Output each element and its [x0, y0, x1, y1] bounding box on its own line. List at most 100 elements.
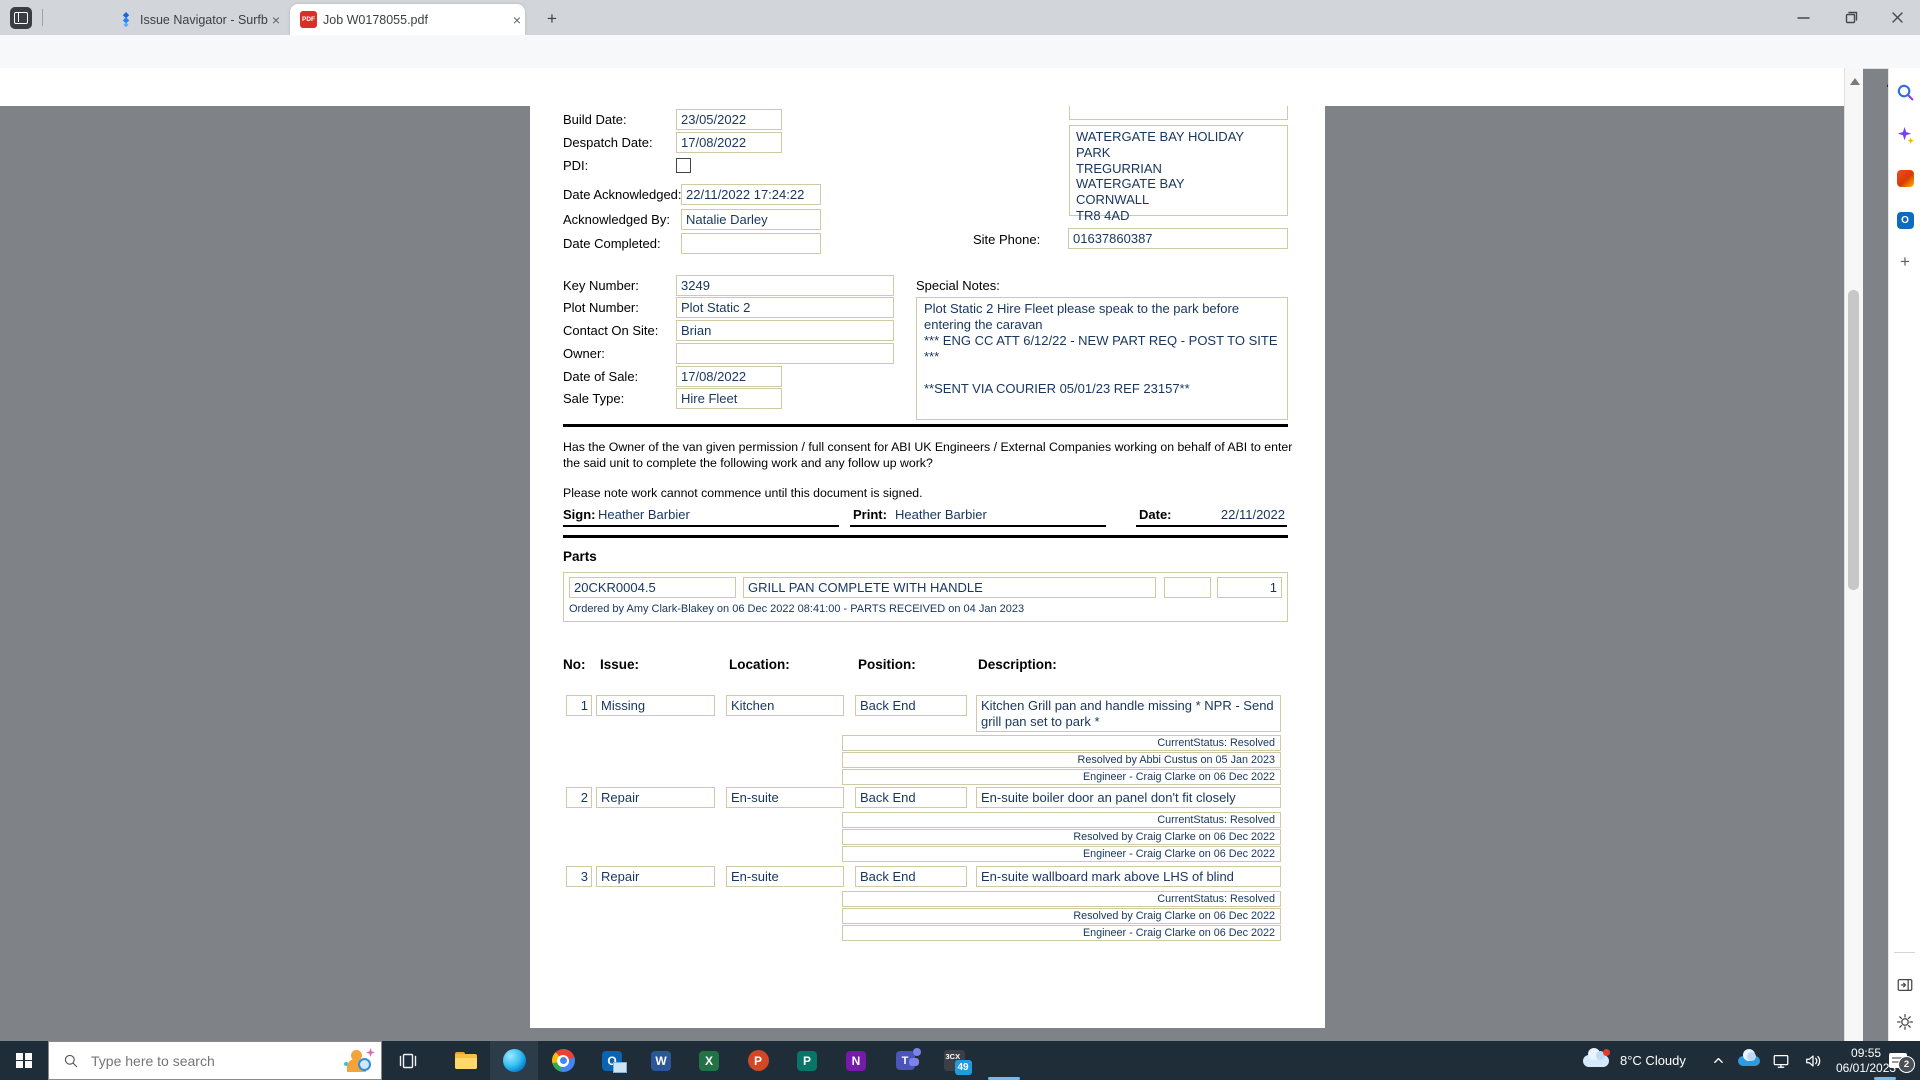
taskbar-onenote-icon[interactable]: N	[832, 1041, 880, 1080]
start-button[interactable]	[0, 1041, 48, 1080]
taskbar-search-input[interactable]	[89, 1052, 303, 1070]
issue-description-field[interactable]: Kitchen Grill pan and handle missing * N…	[976, 695, 1281, 732]
sidebar-settings-gear-icon[interactable]	[1895, 1012, 1915, 1032]
issue-location-field[interactable]: Kitchen	[726, 695, 844, 716]
taskbar-publisher-icon[interactable]: P	[783, 1041, 831, 1080]
issue-description-field[interactable]: En-suite boiler door an panel don't fit …	[976, 787, 1281, 808]
volume-icon[interactable]	[1804, 1041, 1822, 1080]
issue-type-field[interactable]: Repair	[596, 866, 715, 887]
special-notes-line: **SENT VIA COURIER 05/01/23 REF 23157**	[924, 381, 1280, 397]
onedrive-icon[interactable]	[1738, 1041, 1760, 1080]
section-rule	[563, 424, 1288, 427]
sale-type-field[interactable]: Hire Fleet	[676, 388, 782, 409]
issue-status-line[interactable]: CurrentStatus: Resolved	[842, 735, 1281, 751]
sidebar-copilot-icon[interactable]	[1895, 125, 1915, 145]
contact-on-site-field[interactable]: Brian	[676, 320, 894, 341]
workspaces-icon[interactable]	[10, 7, 32, 29]
issue-position-field[interactable]: Back End	[855, 695, 967, 716]
window-close-button[interactable]	[1874, 0, 1920, 34]
taskbar-3cx-icon[interactable]: 3CX 49	[930, 1041, 978, 1080]
pdi-checkbox[interactable]	[676, 158, 691, 173]
parts-box: 20CKR0004.5 GRILL PAN COMPLETE WITH HAND…	[563, 572, 1288, 622]
taskbar-search[interactable]	[48, 1041, 382, 1080]
search-highlights-icon[interactable]	[343, 1048, 373, 1074]
network-icon[interactable]	[1772, 1041, 1790, 1080]
issues-header-issue: Issue:	[600, 657, 639, 672]
taskbar-file-explorer-icon[interactable]	[442, 1041, 490, 1080]
issue-location-field[interactable]: En-suite	[726, 866, 844, 887]
search-icon	[63, 1053, 79, 1069]
issue-description-field[interactable]: En-suite wallboard mark above LHS of bli…	[976, 866, 1281, 887]
issue-position-field[interactable]: Back End	[855, 866, 967, 887]
date-value[interactable]: 22/11/2022	[1190, 507, 1285, 522]
site-address-box[interactable]: WATERGATE BAY HOLIDAY PARK TREGURRIAN WA…	[1069, 125, 1288, 216]
issue-status-line[interactable]: Resolved by Abbi Custus on 05 Jan 2023	[842, 752, 1281, 768]
issue-location-field[interactable]: En-suite	[726, 787, 844, 808]
scrollbar-up-icon[interactable]	[1850, 78, 1860, 85]
sign-value[interactable]: Heather Barbier	[598, 507, 690, 522]
tab-close-icon[interactable]: ×	[268, 12, 284, 28]
part-description-field[interactable]: GRILL PAN COMPLETE WITH HANDLE	[743, 577, 1156, 598]
issue-status-line[interactable]: Engineer - Craig Clarke on 06 Dec 2022	[842, 769, 1281, 785]
window-restore-button[interactable]	[1828, 0, 1874, 34]
plot-number-label: Plot Number:	[563, 300, 639, 315]
taskbar-powerpoint-icon[interactable]: P	[734, 1041, 782, 1080]
issue-status-line[interactable]: Resolved by Craig Clarke on 06 Dec 2022	[842, 829, 1281, 845]
taskbar-teams-icon[interactable]: T	[881, 1041, 929, 1080]
taskbar-excel-icon[interactable]: X	[685, 1041, 733, 1080]
date-label: Date:	[1139, 507, 1172, 522]
issue-type-field[interactable]: Repair	[596, 787, 715, 808]
task-view-button[interactable]	[384, 1041, 432, 1080]
new-tab-button[interactable]: +	[540, 8, 564, 32]
part-code-field[interactable]: 20CKR0004.5	[569, 577, 736, 598]
part-qty-field[interactable]: 1	[1217, 577, 1282, 598]
date-acknowledged-field[interactable]: 22/11/2022 17:24:22	[681, 184, 821, 205]
print-value[interactable]: Heather Barbier	[895, 507, 987, 522]
issue-status-line[interactable]: Engineer - Craig Clarke on 06 Dec 2022	[842, 925, 1281, 941]
issue-position-field[interactable]: Back End	[855, 787, 967, 808]
issue-status-line[interactable]: CurrentStatus: Resolved	[842, 812, 1281, 828]
tab-close-icon[interactable]: ×	[509, 12, 525, 28]
issue-status-line[interactable]: Resolved by Craig Clarke on 06 Dec 2022	[842, 908, 1281, 924]
weather-icon[interactable]	[1583, 1041, 1609, 1080]
tray-chevron-up-icon[interactable]	[1712, 1041, 1725, 1080]
sidebar-add-icon[interactable]: +	[1895, 252, 1915, 272]
clock[interactable]: 09:55 06/01/2023	[1836, 1041, 1896, 1080]
notifications-badge: 2	[1898, 1056, 1915, 1073]
notifications-icon[interactable]: 2	[1889, 1041, 1907, 1080]
plot-number-field[interactable]: Plot Static 2	[676, 297, 894, 318]
special-notes-box[interactable]: Plot Static 2 Hire Fleet please speak to…	[916, 297, 1288, 420]
sidebar-outlook-icon[interactable]: O	[1895, 210, 1915, 230]
sidebar-office-icon[interactable]	[1895, 168, 1915, 188]
tab-job-pdf[interactable]: PDF Job W0178055.pdf ×	[290, 4, 525, 35]
date-completed-field[interactable]	[681, 233, 821, 254]
address-line: WATERGATE BAY	[1076, 176, 1281, 192]
scrollbar-thumb[interactable]	[1848, 290, 1859, 590]
acknowledged-by-field[interactable]: Natalie Darley	[681, 209, 821, 230]
taskbar-word-icon[interactable]: W	[637, 1041, 685, 1080]
taskbar-edge-icon[interactable]	[490, 1041, 538, 1080]
sidebar-search-icon[interactable]	[1895, 82, 1915, 102]
issue-status-line[interactable]: Engineer - Craig Clarke on 06 Dec 2022	[842, 846, 1281, 862]
issue-type-field[interactable]: Missing	[596, 695, 715, 716]
weather-text[interactable]: 8°C Cloudy	[1620, 1041, 1686, 1080]
sidebar-panel-icon[interactable]	[1895, 975, 1915, 995]
taskbar-outlook-icon[interactable]: O	[588, 1041, 636, 1080]
acknowledged-by-label: Acknowledged By:	[563, 212, 670, 227]
date-of-sale-field[interactable]: 17/08/2022	[676, 366, 782, 387]
build-date-field[interactable]: 23/05/2022	[676, 109, 782, 130]
window-minimize-button[interactable]	[1780, 0, 1826, 34]
cropped-field-box[interactable]	[1069, 106, 1288, 120]
issue-no-field[interactable]: 3	[566, 866, 592, 887]
owner-field[interactable]	[676, 343, 894, 364]
tab-issue-navigator[interactable]: Issue Navigator - Surfbay Custom ×	[108, 4, 284, 35]
issue-no-field[interactable]: 1	[566, 695, 592, 716]
site-phone-field[interactable]: 01637860387	[1068, 228, 1288, 249]
despatch-date-field[interactable]: 17/08/2022	[676, 132, 782, 153]
key-number-field[interactable]: 3249	[676, 275, 894, 296]
address-bar: ← ⌂ i File C:/Users/Lisa/AppData/Local/M…	[0, 35, 1920, 69]
issue-no-field[interactable]: 2	[566, 787, 592, 808]
part-extra-field[interactable]	[1164, 577, 1211, 598]
issue-status-line[interactable]: CurrentStatus: Resolved	[842, 891, 1281, 907]
taskbar-chrome-icon[interactable]	[539, 1041, 587, 1080]
